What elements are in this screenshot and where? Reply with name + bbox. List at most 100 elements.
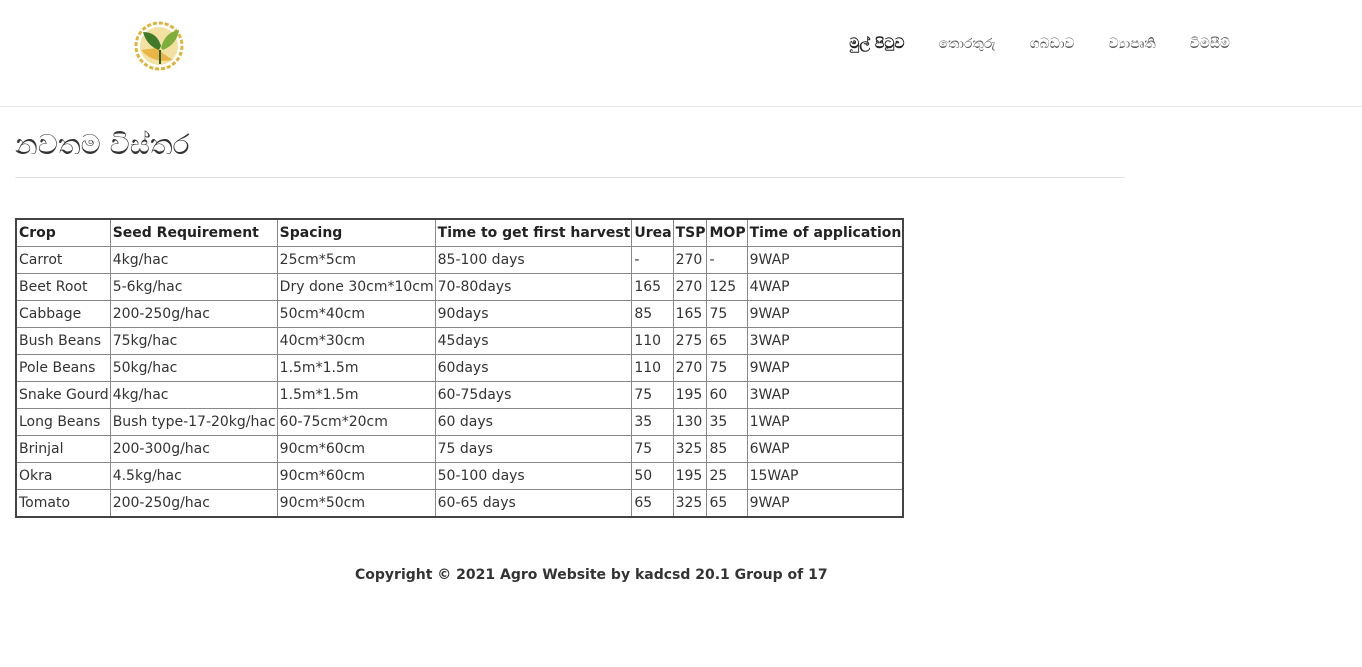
table-cell: 1.5m*1.5m	[276, 381, 436, 409]
page-title: නවතම විස්තර	[15, 128, 1125, 178]
table-cell: 3WAP	[746, 381, 904, 409]
table-cell: 6WAP	[746, 435, 904, 463]
table-cell: 65	[706, 327, 748, 355]
table-cell: 60	[706, 381, 748, 409]
table-cell: 60-65 days	[434, 489, 633, 518]
table-cell: 325	[672, 435, 708, 463]
table-cell: -	[706, 246, 748, 274]
table-cell: Bush Beans	[15, 327, 111, 355]
column-header: MOP	[706, 218, 748, 247]
table-cell: Pole Beans	[15, 354, 111, 382]
nav-item-info[interactable]: තොරතුරු	[905, 36, 996, 52]
column-header: Seed Requirement	[109, 218, 278, 247]
table-cell: 4kg/hac	[109, 246, 278, 274]
table-cell: 9WAP	[746, 300, 904, 328]
table-cell: 75 days	[434, 435, 633, 463]
table-cell: 35	[706, 408, 748, 436]
table-cell: 130	[672, 408, 708, 436]
table-cell: 50	[631, 462, 674, 490]
table-row: Okra 4.5kg/hac 90cm*60cm 50-100 days 50 195 25…	[15, 462, 904, 490]
table-cell: 50cm*40cm	[276, 300, 436, 328]
table-cell: 4WAP	[746, 273, 904, 301]
main-content: නවතම විස්තර	[15, 128, 1125, 178]
table-cell: 5-6kg/hac	[109, 273, 278, 301]
table-row: Carrot 4kg/hac 25cm*5cm 85-100 days -270-9WA…	[15, 246, 904, 274]
nav-item-home[interactable]: මුල් පිටුව	[815, 36, 904, 52]
footer-copyright: Copyright © 2021 Agro Website by kadcsd …	[355, 567, 828, 583]
column-header: Crop	[15, 218, 111, 247]
table-cell: 200-250g/hac	[109, 489, 278, 518]
table-row: Snake Gourd 4kg/hac 1.5m*1.5m 60-75days 75 19…	[15, 381, 904, 409]
table-cell: 9WAP	[746, 246, 904, 274]
leaf-logo-icon[interactable]	[133, 20, 185, 72]
table-cell: 75	[631, 381, 674, 409]
table-cell: 110	[631, 327, 674, 355]
table-row: Beet Root 5-6kg/hac Dry done 30cm*10cm 70-8…	[15, 273, 904, 301]
table-cell: 75kg/hac	[109, 327, 278, 355]
table-cell: Okra	[15, 462, 111, 490]
table-cell: 325	[672, 489, 708, 518]
table-row: Pole Beans 50kg/hac 1.5m*1.5m 60days 110 270 7…	[15, 354, 904, 382]
table-cell: 90days	[434, 300, 633, 328]
table-cell: Long Beans	[15, 408, 111, 436]
site-header: මුල් පිටුව තොරතුරු ගබඩාව ව්‍යාපෘති විමසී…	[0, 0, 1362, 107]
table-cell: Brinjal	[15, 435, 111, 463]
table-cell: 60 days	[434, 408, 633, 436]
table-cell: 60-75days	[434, 381, 633, 409]
table-cell: Cabbage	[15, 300, 111, 328]
table-cell: 90cm*50cm	[276, 489, 436, 518]
table-cell: 195	[672, 381, 708, 409]
table-cell: 15WAP	[746, 462, 904, 490]
table-cell: 9WAP	[746, 489, 904, 518]
table-cell: Carrot	[15, 246, 111, 274]
table-cell: 4.5kg/hac	[109, 462, 278, 490]
table-cell: 1.5m*1.5m	[276, 354, 436, 382]
table-cell: 50kg/hac	[109, 354, 278, 382]
table-cell: 110	[631, 354, 674, 382]
crop-table: Crop Seed Requirement Spacing Time to get f…	[15, 218, 905, 518]
table-cell: 4kg/hac	[109, 381, 278, 409]
table-cell: 65	[706, 489, 748, 518]
table-cell: 50-100 days	[434, 462, 633, 490]
table-cell: 35	[631, 408, 674, 436]
nav-item-projects[interactable]: ව්‍යාපෘති	[1075, 36, 1156, 52]
table-cell: 270	[672, 273, 708, 301]
column-header: Urea	[631, 218, 674, 247]
table-cell: 270	[672, 246, 708, 274]
table-cell: 60-75cm*20cm	[276, 408, 436, 436]
table-cell: -	[631, 246, 674, 274]
table-cell: 90cm*60cm	[276, 435, 436, 463]
table-cell: 90cm*60cm	[276, 462, 436, 490]
table-cell: Bush type-17-20kg/hac	[109, 408, 278, 436]
table-header-row: Crop Seed Requirement Spacing Time to get f…	[15, 218, 904, 247]
column-header: TSP	[672, 218, 708, 247]
table-row: Cabbage 200-250g/hac 50cm*40cm 90days 85 165 7…	[15, 300, 904, 328]
table-cell: 195	[672, 462, 708, 490]
table-cell: 200-300g/hac	[109, 435, 278, 463]
table-cell: 200-250g/hac	[109, 300, 278, 328]
table-cell: 85-100 days	[434, 246, 633, 274]
main-nav: මුල් පිටුව තොරතුරු ගබඩාව ව්‍යාපෘති විමසී…	[815, 36, 1230, 52]
table-cell: 3WAP	[746, 327, 904, 355]
table-cell: 75	[631, 435, 674, 463]
table-row: Long Beans Bush type-17-20kg/hac 60-75cm*2…	[15, 408, 904, 436]
table-cell: 85	[631, 300, 674, 328]
table-row: Bush Beans 75kg/hac 40cm*30cm 45days 110 275 6…	[15, 327, 904, 355]
table-cell: 25cm*5cm	[276, 246, 436, 274]
column-header: Time to get first harvest	[434, 218, 633, 247]
table-cell: 125	[706, 273, 748, 301]
table-cell: Snake Gourd	[15, 381, 111, 409]
table-cell: 70-80days	[434, 273, 633, 301]
table-row: Brinjal 200-300g/hac 90cm*60cm 75 days 75 325…	[15, 435, 904, 463]
table-cell: 75	[706, 354, 748, 382]
table-cell: Dry done 30cm*10cm	[276, 273, 436, 301]
table-cell: 45days	[434, 327, 633, 355]
table-cell: 85	[706, 435, 748, 463]
nav-item-store[interactable]: ගබඩාව	[996, 36, 1075, 52]
table-cell: 40cm*30cm	[276, 327, 436, 355]
column-header: Time of application	[746, 218, 904, 247]
table-cell: 1WAP	[746, 408, 904, 436]
nav-item-inquiries[interactable]: විමසීම්	[1156, 36, 1230, 52]
table-cell: 275	[672, 327, 708, 355]
column-header: Spacing	[276, 218, 436, 247]
